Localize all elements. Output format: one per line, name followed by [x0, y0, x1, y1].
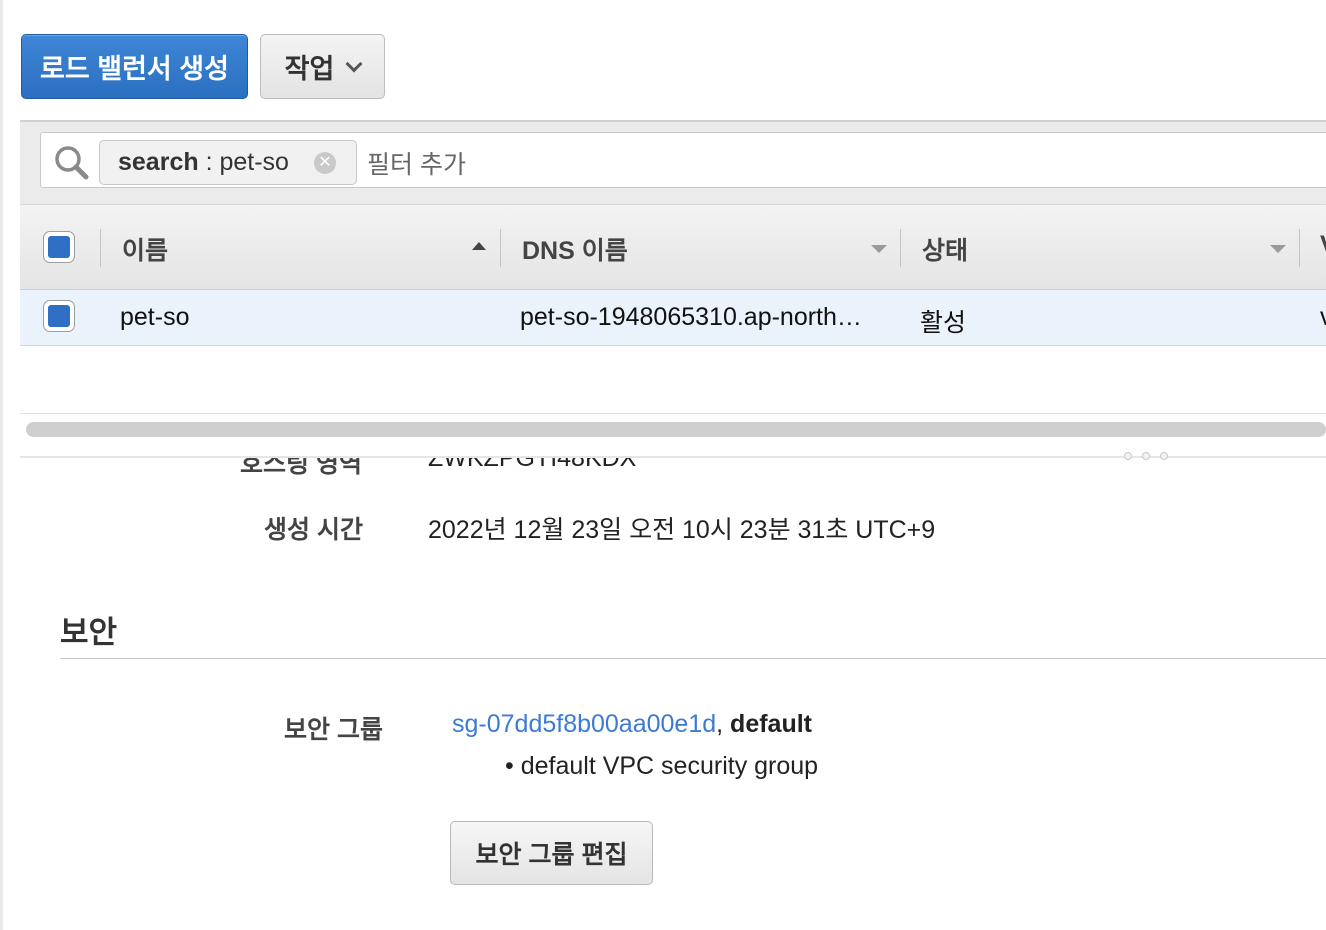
- sort-ascending-icon[interactable]: [472, 242, 486, 250]
- column-header-partial[interactable]: V: [1320, 231, 1326, 260]
- row-name: pet-so: [120, 303, 190, 331]
- column-divider: [100, 229, 101, 267]
- column-divider[interactable]: [1299, 229, 1300, 267]
- row-state: 활성: [920, 309, 967, 337]
- section-divider: [60, 658, 1326, 659]
- column-divider[interactable]: [900, 229, 901, 267]
- column-header-name[interactable]: 이름: [122, 231, 168, 267]
- divider: [20, 413, 1326, 414]
- horizontal-scrollbar[interactable]: [26, 422, 1326, 437]
- filter-input-box[interactable]: search : pet-so ✕ 필터 추가: [40, 132, 1326, 188]
- security-group-label: 보안 그룹: [284, 716, 383, 744]
- search-filter-chip[interactable]: search : pet-so ✕: [99, 140, 357, 185]
- clipped-detail-row: 호스팅 영역 ZWKZPGTI48KDX: [0, 458, 1326, 478]
- search-icon: [55, 146, 89, 180]
- filter-chip-value: pet-so: [219, 148, 289, 176]
- row-dns-name: pet-so-1948065310.ap-north…: [520, 303, 862, 331]
- add-filter-placeholder[interactable]: 필터 추가: [367, 145, 466, 181]
- actions-dropdown-button[interactable]: 작업: [260, 34, 385, 99]
- filter-chip-separator: :: [198, 148, 220, 176]
- creation-time-value: 2022년 12월 23일 오전 10시 23분 31초 UTC+9: [428, 516, 936, 544]
- sort-icon[interactable]: [871, 245, 887, 253]
- column-header-dns[interactable]: DNS 이름: [522, 231, 628, 267]
- select-all-checkbox[interactable]: [43, 231, 75, 263]
- row-checkbox[interactable]: [43, 300, 75, 332]
- hosted-zone-value: ZWKZPGTI48KDX: [428, 458, 637, 472]
- row-partial-cell: v: [1320, 303, 1326, 332]
- edit-security-groups-button[interactable]: 보안 그룹 편집: [450, 821, 653, 885]
- chevron-down-icon: [345, 55, 363, 72]
- security-group-link[interactable]: sg-07dd5f8b00aa00e1d: [452, 710, 716, 738]
- security-group-name: default: [730, 710, 812, 738]
- column-header-state[interactable]: 상태: [922, 231, 968, 267]
- hosted-zone-label: 호스팅 영역: [240, 458, 362, 478]
- creation-time-label: 생성 시간: [264, 516, 363, 544]
- section-title-security: 보안: [60, 615, 118, 650]
- filter-panel: search : pet-so ✕ 필터 추가: [20, 120, 1326, 204]
- filter-chip-key: search: [118, 148, 199, 176]
- close-icon[interactable]: ✕: [314, 152, 336, 174]
- sort-icon[interactable]: [1270, 245, 1286, 253]
- table-header: 이름 DNS 이름 상태 V: [20, 204, 1326, 290]
- table-row[interactable]: pet-so pet-so-1948065310.ap-north… 활성 v: [20, 290, 1326, 346]
- load-balancer-console: 로드 밸런서 생성 작업 search : pet-so ✕ 필터 추가 이름 …: [0, 0, 1326, 930]
- actions-button-label: 작업: [284, 54, 335, 84]
- security-group-description: • default VPC security group: [505, 752, 819, 780]
- create-load-balancer-button[interactable]: 로드 밸런서 생성: [21, 34, 248, 99]
- security-group-separator: ,: [716, 710, 731, 738]
- column-divider[interactable]: [500, 229, 501, 267]
- security-group-value: sg-07dd5f8b00aa00e1d, default: [452, 710, 812, 739]
